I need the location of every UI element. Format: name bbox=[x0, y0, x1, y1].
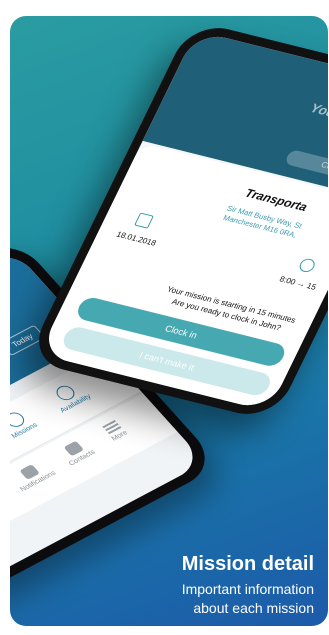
promo-card: d Today Missions Availability Notificati… bbox=[10, 16, 328, 626]
main-phone: Your n starting Clock Transporta Sir Mat… bbox=[25, 20, 328, 422]
tab-contacts[interactable]: Contacts bbox=[57, 438, 97, 467]
main-phone-screen: Your n starting Clock Transporta Sir Mat… bbox=[38, 30, 328, 412]
tab-notifications[interactable]: Notifications bbox=[10, 458, 58, 493]
clock-icon bbox=[297, 257, 318, 274]
tab-more[interactable]: More bbox=[101, 420, 129, 442]
nav-availability[interactable]: Availability bbox=[46, 379, 93, 414]
mission-time: 8:00 → 15 bbox=[277, 274, 318, 292]
mission-detail-sheet: Transporta Sir Matt Busby Way, St Manche… bbox=[38, 142, 328, 412]
caption-subtitle-line-2: about each mission bbox=[193, 600, 314, 616]
calendar-icon bbox=[134, 212, 154, 229]
nav-missions[interactable]: Missions bbox=[10, 407, 39, 440]
preview-text: Your n starting bbox=[308, 100, 328, 136]
mission-date: 18.01.2018 bbox=[114, 229, 158, 248]
caption-title: Mission detail bbox=[181, 553, 314, 575]
caption-subtitle-line-1: Important information bbox=[181, 581, 314, 597]
